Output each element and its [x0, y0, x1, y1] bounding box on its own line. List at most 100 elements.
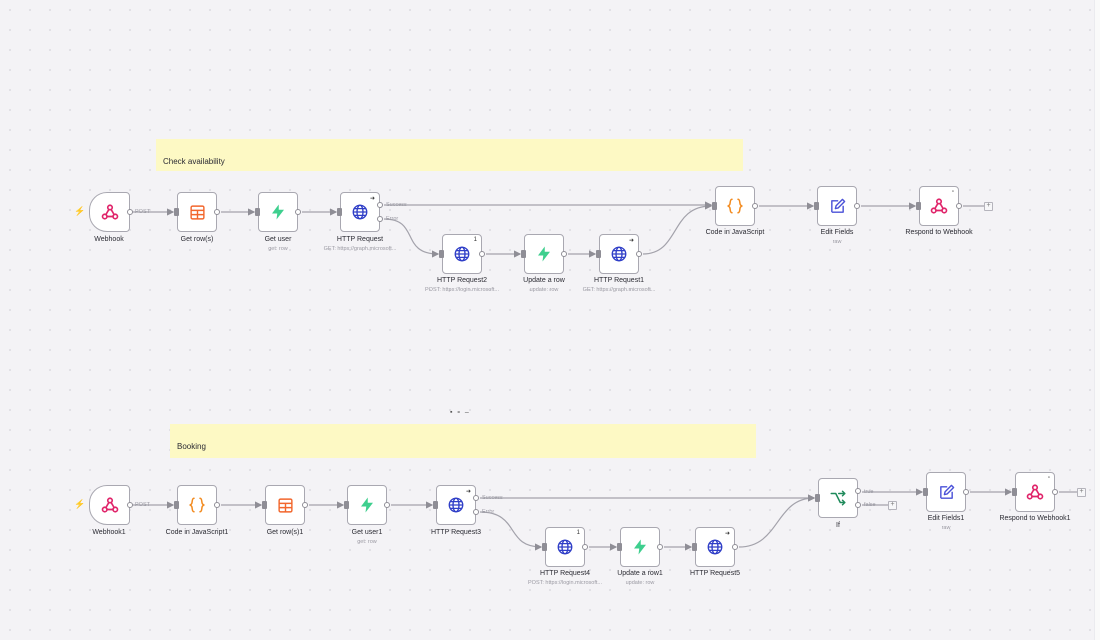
node-webhook1[interactable] [89, 485, 133, 525]
edge-label-error: Error [386, 216, 399, 222]
node-label: Respond to Webhook [905, 229, 973, 236]
webhook-icon [1026, 484, 1044, 500]
node-http-request2[interactable]: 1 [439, 234, 485, 274]
output-port[interactable] [732, 544, 738, 550]
input-port[interactable] [916, 202, 921, 210]
branch-icon [830, 490, 846, 506]
node-code-in-javascript1[interactable] [174, 485, 220, 525]
node-subtitle: get: row [357, 539, 377, 545]
input-port[interactable] [1012, 488, 1017, 496]
node-http-request3[interactable]: ➜ [433, 485, 479, 525]
trigger-bolt-icon: ⚡ [74, 499, 86, 509]
node-code-in-javascript[interactable] [712, 186, 758, 226]
input-port[interactable] [439, 250, 444, 258]
edge-label-false: false [864, 502, 876, 508]
output-port[interactable] [582, 544, 588, 550]
node-get-user[interactable] [255, 192, 301, 232]
input-port[interactable] [337, 208, 342, 216]
node-http-request1[interactable]: ➜ [596, 234, 642, 274]
lightning-icon [272, 204, 284, 220]
square-badge-icon: ▫ [1047, 475, 1050, 481]
input-port[interactable] [174, 501, 179, 509]
edge-label-success: Success [482, 495, 503, 501]
node-respond-to-webhook[interactable]: ▫ [916, 186, 962, 226]
input-port[interactable] [542, 543, 547, 551]
node-label: If [836, 522, 840, 529]
globe-icon [707, 539, 723, 555]
node-edit-fields[interactable] [814, 186, 860, 226]
output-port[interactable] [1052, 489, 1058, 495]
input-port[interactable] [596, 250, 601, 258]
output-port-false[interactable] [855, 502, 861, 508]
output-port-error[interactable] [473, 509, 479, 515]
node-respond-to-webhook1[interactable]: ▫ [1012, 472, 1058, 512]
add-node-button[interactable]: + [984, 202, 993, 211]
node-label: Respond to Webhook1 [999, 515, 1071, 522]
globe-icon [611, 246, 627, 262]
braces-icon [726, 198, 744, 214]
output-port[interactable] [127, 209, 133, 215]
webhook-icon [930, 198, 948, 214]
node-get-rows1[interactable] [262, 485, 308, 525]
add-node-button[interactable]: + [888, 501, 897, 510]
node-label: HTTP Request [336, 236, 384, 243]
edge-label-post: POST [135, 502, 150, 508]
globe-icon [448, 497, 464, 513]
webhook-icon [101, 204, 118, 220]
input-port[interactable] [255, 208, 260, 216]
add-node-button[interactable]: + [1077, 488, 1086, 497]
output-port[interactable] [963, 489, 969, 495]
edge-label-true: true [864, 489, 874, 495]
canvas-toolbar-dots[interactable]: ▪∘– [450, 408, 473, 416]
node-get-user1[interactable] [344, 485, 390, 525]
arrow-badge-icon: ➜ [465, 489, 471, 495]
input-port[interactable] [815, 494, 820, 502]
input-port[interactable] [692, 543, 697, 551]
node-label: HTTP Request3 [430, 529, 482, 536]
input-port[interactable] [344, 501, 349, 509]
node-http-request4[interactable]: 1 [542, 527, 588, 567]
node-update-row[interactable] [521, 234, 567, 274]
input-port[interactable] [262, 501, 267, 509]
arrow-badge-icon: ➜ [724, 531, 730, 537]
output-port[interactable] [636, 251, 642, 257]
input-port[interactable] [617, 543, 622, 551]
arrow-badge-icon: ➜ [628, 238, 634, 244]
input-port[interactable] [433, 501, 438, 509]
output-port[interactable] [302, 502, 308, 508]
node-http-request5[interactable]: ➜ [692, 527, 738, 567]
output-port[interactable] [214, 209, 220, 215]
output-port[interactable] [561, 251, 567, 257]
output-port-true[interactable] [855, 488, 861, 494]
node-update-row1[interactable] [617, 527, 663, 567]
node-http-request[interactable]: ➜ [337, 192, 383, 232]
node-if[interactable] [815, 478, 861, 518]
output-port-success[interactable] [377, 202, 383, 208]
trigger-bolt-icon: ⚡ [74, 206, 86, 216]
node-edit-fields1[interactable] [923, 472, 969, 512]
output-port[interactable] [384, 502, 390, 508]
output-port[interactable] [752, 203, 758, 209]
edge-label-error: Error [482, 509, 495, 515]
output-port[interactable] [657, 544, 663, 550]
output-port[interactable] [214, 502, 220, 508]
output-port-success[interactable] [473, 495, 479, 501]
output-port[interactable] [479, 251, 485, 257]
output-port[interactable] [295, 209, 301, 215]
input-port[interactable] [712, 202, 717, 210]
output-port[interactable] [127, 502, 133, 508]
node-webhook[interactable] [89, 192, 133, 232]
input-port[interactable] [521, 250, 526, 258]
input-port[interactable] [923, 488, 928, 496]
lightning-icon [538, 246, 550, 262]
output-port[interactable] [854, 203, 860, 209]
node-subtitle: update: row [625, 580, 655, 586]
node-get-rows[interactable] [174, 192, 220, 232]
square-badge-icon: ▫ [951, 189, 954, 195]
input-port[interactable] [174, 208, 179, 216]
output-port-error[interactable] [377, 216, 383, 222]
lightning-icon [361, 497, 373, 513]
output-port[interactable] [956, 203, 962, 209]
input-port[interactable] [814, 202, 819, 210]
node-subtitle: GET: https://graph.microsoft... [323, 246, 397, 252]
